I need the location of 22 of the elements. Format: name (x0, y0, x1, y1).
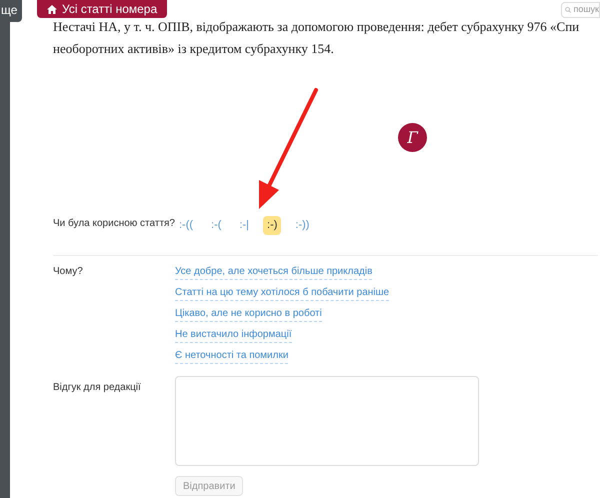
all-articles-button[interactable]: Усі статті номера (37, 0, 168, 18)
article-text: необоротних активів» із кредитом субрахунку 154. (53, 40, 334, 58)
reason-link[interactable]: Не вистачило інформації (175, 327, 292, 343)
why-label: Чому? (53, 265, 84, 279)
rating-option[interactable]: :-) (263, 216, 282, 235)
side-tab[interactable]: ще (0, 0, 22, 22)
rating-option[interactable]: :-(( (175, 216, 198, 235)
home-icon (47, 4, 57, 14)
search-icon (565, 6, 572, 14)
rating-option[interactable]: :-| (235, 216, 254, 235)
rating-question: Чи була корисною стаття? (53, 218, 175, 231)
rating-option[interactable]: :-( (207, 216, 226, 235)
feedback-field[interactable] (175, 376, 479, 466)
rating-option[interactable]: :-)) (291, 216, 314, 235)
feedback-label: Відгук для редакції (53, 381, 142, 395)
reason-link[interactable]: Є неточності та помилки (175, 348, 288, 364)
logo: Г (398, 123, 427, 152)
reason-link[interactable]: Усе добре, але хочеться більше прикладів (175, 264, 372, 280)
reason-link[interactable]: Цікаво, але не корисно в роботі (175, 306, 322, 322)
search-field[interactable]: пошук (561, 2, 600, 18)
article-text: Нестачі НА, у т. ч. ОПІВ, відображають за допомогою проведення: дебет субрахунку 976 «Спи (53, 18, 580, 36)
reason-link[interactable]: Статті на цю тему хотілося б побачити раніше (175, 285, 390, 301)
